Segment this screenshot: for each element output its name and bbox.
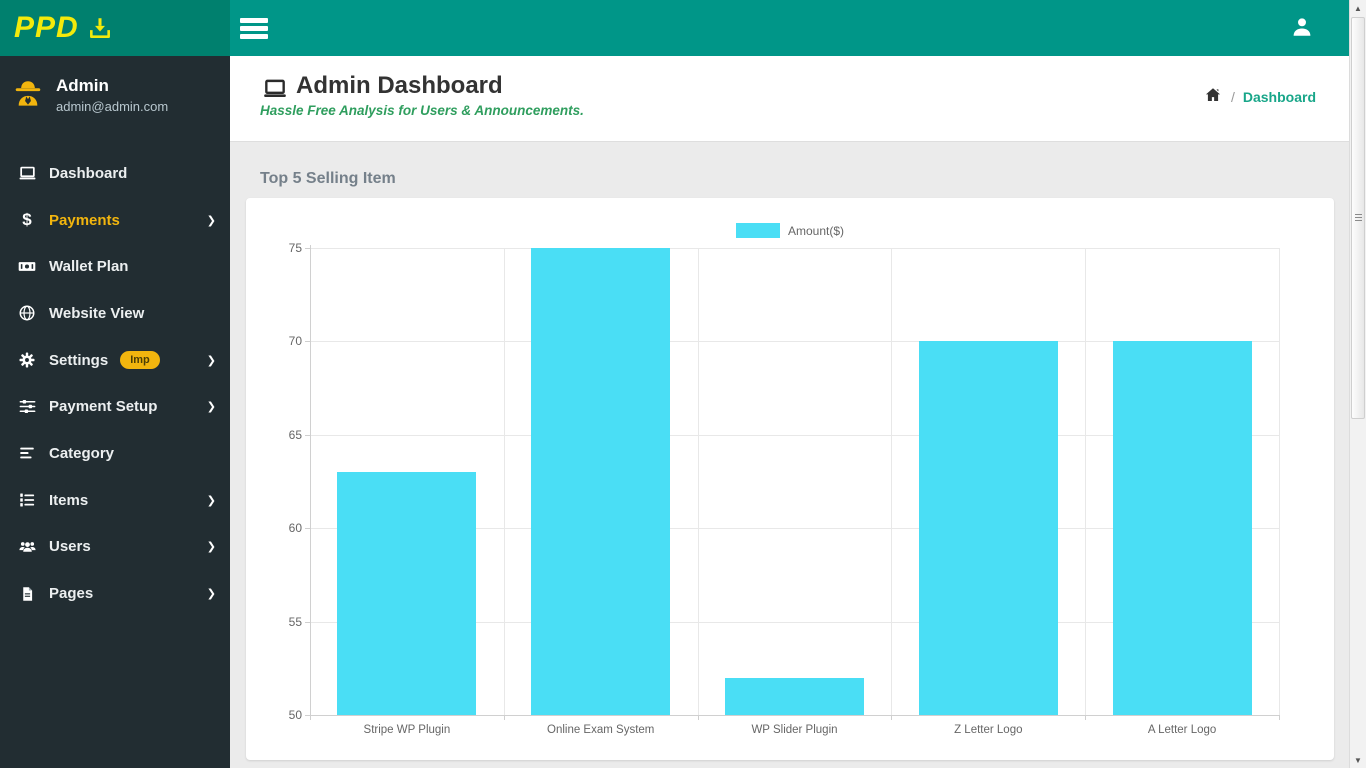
bar-4 <box>1113 341 1252 715</box>
logo-text: PPD <box>14 11 79 45</box>
x-axis-category-label: A Letter Logo <box>1085 724 1279 736</box>
user-email: admin@admin.com <box>56 99 168 114</box>
user-name: Admin <box>56 76 168 96</box>
sidebar-item-payments[interactable]: $ Payments ❯ <box>0 197 230 244</box>
gridline <box>1085 248 1086 715</box>
sidebar-item-label: Items <box>49 492 88 509</box>
chevron-right-icon: ❯ <box>207 494 216 507</box>
sidebar-menu: Dashboard $ Payments ❯ Wallet Plan Website Vi… <box>0 150 230 617</box>
home-icon[interactable] <box>1203 86 1223 107</box>
sidebar-item-payment-setup[interactable]: Payment Setup ❯ <box>0 383 230 430</box>
scrollbar-up-arrow[interactable]: ▲ <box>1350 0 1366 16</box>
sidebar-item-label: Category <box>49 445 114 462</box>
admin-avatar-icon <box>12 77 44 114</box>
sidebar: Admin admin@admin.com Dashboard $ Payments… <box>0 56 230 768</box>
section-title: Top 5 Selling Item <box>260 170 396 188</box>
gridline <box>310 248 1279 249</box>
bar-chart: 50 55 60 65 70 75 Stripe WP PluginOnline Exam … <box>246 198 1334 760</box>
sidebar-item-label: Wallet Plan <box>49 258 128 275</box>
breadcrumb: / Dashboard <box>1203 86 1316 107</box>
chevron-right-icon: ❯ <box>207 354 216 367</box>
list-ol-icon <box>14 491 40 509</box>
gridline <box>891 248 892 715</box>
chevron-right-icon: ❯ <box>207 214 216 227</box>
user-menu-button[interactable] <box>1286 13 1318 45</box>
users-icon <box>14 537 40 556</box>
logo[interactable]: PPD <box>0 0 230 56</box>
chart-legend: Amount($) <box>246 223 1334 238</box>
dollar-icon: $ <box>14 210 40 230</box>
chevron-right-icon: ❯ <box>207 400 216 413</box>
bar-0 <box>337 472 476 715</box>
breadcrumb-dashboard-link[interactable]: Dashboard <box>1243 89 1316 105</box>
bar-3 <box>919 341 1058 715</box>
sidebar-item-label: Dashboard <box>49 165 127 182</box>
gear-icon <box>14 351 40 369</box>
money-icon <box>14 257 40 276</box>
page-subtitle: Hassle Free Analysis for Users & Announc… <box>260 103 584 118</box>
app-window: PPD Admin admin@admin.com Dashboard $ Paym… <box>0 0 1366 768</box>
y-axis-tick-label: 60 <box>246 521 302 535</box>
scrollbar-thumb[interactable] <box>1351 17 1365 419</box>
x-axis-category-label: Online Exam System <box>504 724 698 736</box>
y-axis-tick-label: 70 <box>246 334 302 348</box>
download-icon <box>87 15 113 41</box>
legend-label: Amount($) <box>788 224 844 238</box>
user-panel: Admin admin@admin.com <box>0 56 230 132</box>
scrollbar[interactable]: ▲ ▼ <box>1349 0 1366 768</box>
gridline <box>1279 248 1280 715</box>
bar-2 <box>725 678 864 715</box>
x-axis-tick <box>1279 715 1280 720</box>
laptop-icon <box>14 164 40 183</box>
sidebar-item-users[interactable]: Users ❯ <box>0 524 230 571</box>
hamburger-menu-button[interactable] <box>240 13 270 43</box>
content-header: Admin Dashboard Hassle Free Analysis for… <box>230 56 1366 142</box>
chevron-right-icon: ❯ <box>207 587 216 600</box>
x-axis-category-label: WP Slider Plugin <box>698 724 892 736</box>
chevron-right-icon: ❯ <box>207 540 216 553</box>
page-title: Admin Dashboard <box>296 72 503 100</box>
sidebar-item-label: Users <box>49 538 91 555</box>
align-icon <box>14 444 40 462</box>
y-axis-tick-label: 50 <box>246 708 302 722</box>
sidebar-item-label: Payments <box>49 212 120 229</box>
sidebar-item-website-view[interactable]: Website View <box>0 290 230 337</box>
y-axis-tick-label: 75 <box>246 241 302 255</box>
sliders-icon <box>14 397 40 416</box>
sidebar-item-pages[interactable]: Pages ❯ <box>0 570 230 617</box>
x-axis-category-label: Stripe WP Plugin <box>310 724 504 736</box>
top-navbar <box>230 0 1366 56</box>
sidebar-item-wallet-plan[interactable]: Wallet Plan <box>0 243 230 290</box>
imp-badge: Imp <box>120 351 160 369</box>
scrollbar-down-arrow[interactable]: ▼ <box>1350 752 1366 768</box>
x-axis-category-label: Z Letter Logo <box>891 724 1085 736</box>
sidebar-item-label: Website View <box>49 305 144 322</box>
legend-color-box <box>736 223 780 238</box>
sidebar-item-dashboard[interactable]: Dashboard <box>0 150 230 197</box>
chart-card: 50 55 60 65 70 75 Stripe WP PluginOnline Exam … <box>246 198 1334 760</box>
scrollbar-grip <box>1355 214 1362 222</box>
sidebar-item-category[interactable]: Category <box>0 430 230 477</box>
file-icon <box>14 585 40 603</box>
bar-1 <box>531 248 670 715</box>
sidebar-item-label: Pages <box>49 585 93 602</box>
sidebar-item-settings[interactable]: Settings Imp ❯ <box>0 337 230 384</box>
gridline <box>504 248 505 715</box>
breadcrumb-separator: / <box>1231 89 1235 105</box>
y-axis-tick-label: 65 <box>246 428 302 442</box>
y-axis-line <box>310 245 311 720</box>
main-content: Admin Dashboard Hassle Free Analysis for… <box>230 56 1366 768</box>
sidebar-item-label: Payment Setup <box>49 398 157 415</box>
sidebar-item-items[interactable]: Items ❯ <box>0 477 230 524</box>
sidebar-item-label: Settings <box>49 352 108 369</box>
globe-icon <box>14 304 40 322</box>
x-axis-line <box>305 715 1279 716</box>
gridline <box>698 248 699 715</box>
person-icon <box>1288 13 1316 46</box>
y-axis-tick-label: 55 <box>246 615 302 629</box>
